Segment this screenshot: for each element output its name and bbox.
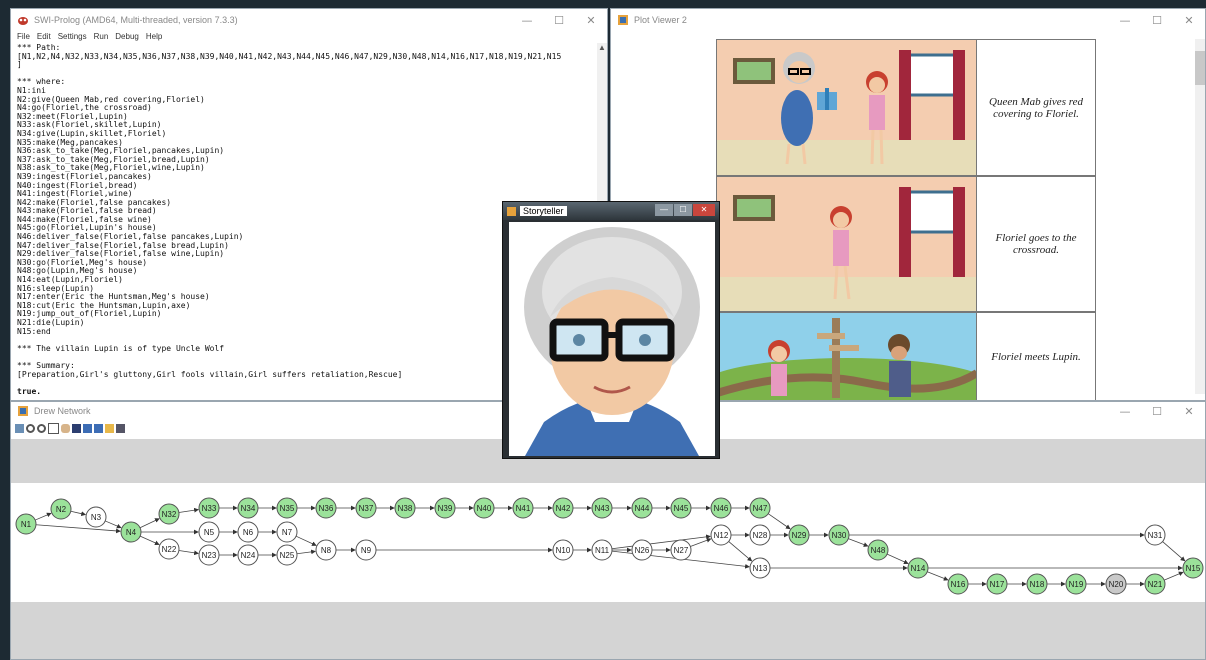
network-window-controls: — ☐ ✕: [1109, 402, 1205, 420]
storyteller-window-controls: — ☐ ✕: [655, 204, 715, 216]
plot-viewer-window-controls: — ☐ ✕: [1109, 9, 1205, 31]
home-icon[interactable]: [15, 423, 24, 433]
floriel-crossroad-illustration: [717, 187, 977, 311]
open-icon[interactable]: [105, 423, 114, 433]
close-icon[interactable]: ✕: [1173, 402, 1205, 420]
minimize-icon[interactable]: —: [1109, 402, 1141, 420]
plot-viewer-app-icon: [617, 14, 629, 26]
export-icon[interactable]: [83, 423, 92, 433]
maximize-icon[interactable]: ☐: [1141, 9, 1173, 31]
close-icon[interactable]: ✕: [1173, 9, 1205, 31]
menu-run[interactable]: Run: [94, 31, 109, 43]
panel-3-scene: [697, 313, 997, 400]
menu-help[interactable]: Help: [146, 31, 162, 43]
maximize-icon[interactable]: ☐: [674, 204, 692, 216]
menu-settings[interactable]: Settings: [58, 31, 87, 43]
panel-2-scene: [717, 177, 977, 311]
comic-panel-1: Queen Mab gives red covering to Floriel.: [716, 39, 1096, 176]
scroll-thumb[interactable]: [1195, 51, 1205, 85]
storyteller-window: Storyteller — ☐ ✕: [502, 201, 720, 459]
prolog-owl-icon: [17, 14, 29, 26]
maximize-icon[interactable]: ☐: [543, 9, 575, 31]
network-title: Drew Network: [34, 406, 91, 416]
comic-panel-3: Floriel meets Lupin.: [697, 312, 1096, 400]
zoom-out-icon[interactable]: [37, 423, 46, 433]
prolog-window-controls: — ☐ ✕: [511, 9, 607, 31]
scroll-up-icon[interactable]: ▲: [597, 43, 607, 52]
console-line: ]: [17, 60, 22, 70]
prolog-menubar: File Edit Settings Run Debug Help: [11, 31, 607, 43]
zoom-in-icon[interactable]: [26, 423, 35, 433]
storyteller-avatar: [509, 222, 715, 456]
console-line: *** where:: [17, 77, 66, 87]
save-icon[interactable]: [72, 423, 81, 433]
maximize-icon[interactable]: ☐: [1141, 402, 1173, 420]
minimize-icon[interactable]: —: [655, 204, 673, 216]
caption-2: Floriel goes to the crossroad.: [976, 177, 1095, 311]
plot-viewer-scrollbar[interactable]: [1195, 39, 1205, 394]
comic-panel-2: Floriel goes to the crossroad.: [716, 176, 1096, 312]
caption-3: Floriel meets Lupin.: [976, 313, 1095, 400]
panel-1-scene: [717, 40, 977, 175]
minimize-icon[interactable]: —: [1109, 9, 1141, 31]
plot-viewer-title: Plot Viewer 2: [634, 15, 687, 25]
layout-icon[interactable]: [94, 423, 103, 433]
queen-mab-illustration: [717, 50, 977, 175]
menu-debug[interactable]: Debug: [115, 31, 139, 43]
storyteller-app-icon: [507, 206, 516, 216]
network-app-icon: [17, 405, 29, 417]
close-icon[interactable]: ✕: [693, 204, 715, 216]
console-line: [N1,N2,N4,N32,N33,N34,N35,N36,N37,N38,N3…: [17, 51, 562, 61]
minimize-icon[interactable]: —: [511, 9, 543, 31]
fit-icon[interactable]: [48, 422, 59, 434]
grandmother-avatar-illustration: [524, 227, 700, 456]
floriel-meets-lupin-illustration: [697, 318, 997, 400]
hand-icon[interactable]: [61, 423, 70, 433]
menu-edit[interactable]: Edit: [37, 31, 51, 43]
storyteller-title: Storyteller: [520, 206, 567, 216]
network-bottom-band: [11, 602, 1205, 659]
comic-strip: Queen Mab gives red covering to Floriel.…: [697, 39, 1096, 400]
caption-1: Queen Mab gives red covering to Floriel.: [976, 40, 1095, 175]
prolog-title: SWI-Prolog (AMD64, Multi-threaded, versi…: [34, 15, 238, 25]
close-icon[interactable]: ✕: [575, 9, 607, 31]
print-icon[interactable]: [116, 423, 125, 433]
menu-file[interactable]: File: [17, 31, 30, 43]
